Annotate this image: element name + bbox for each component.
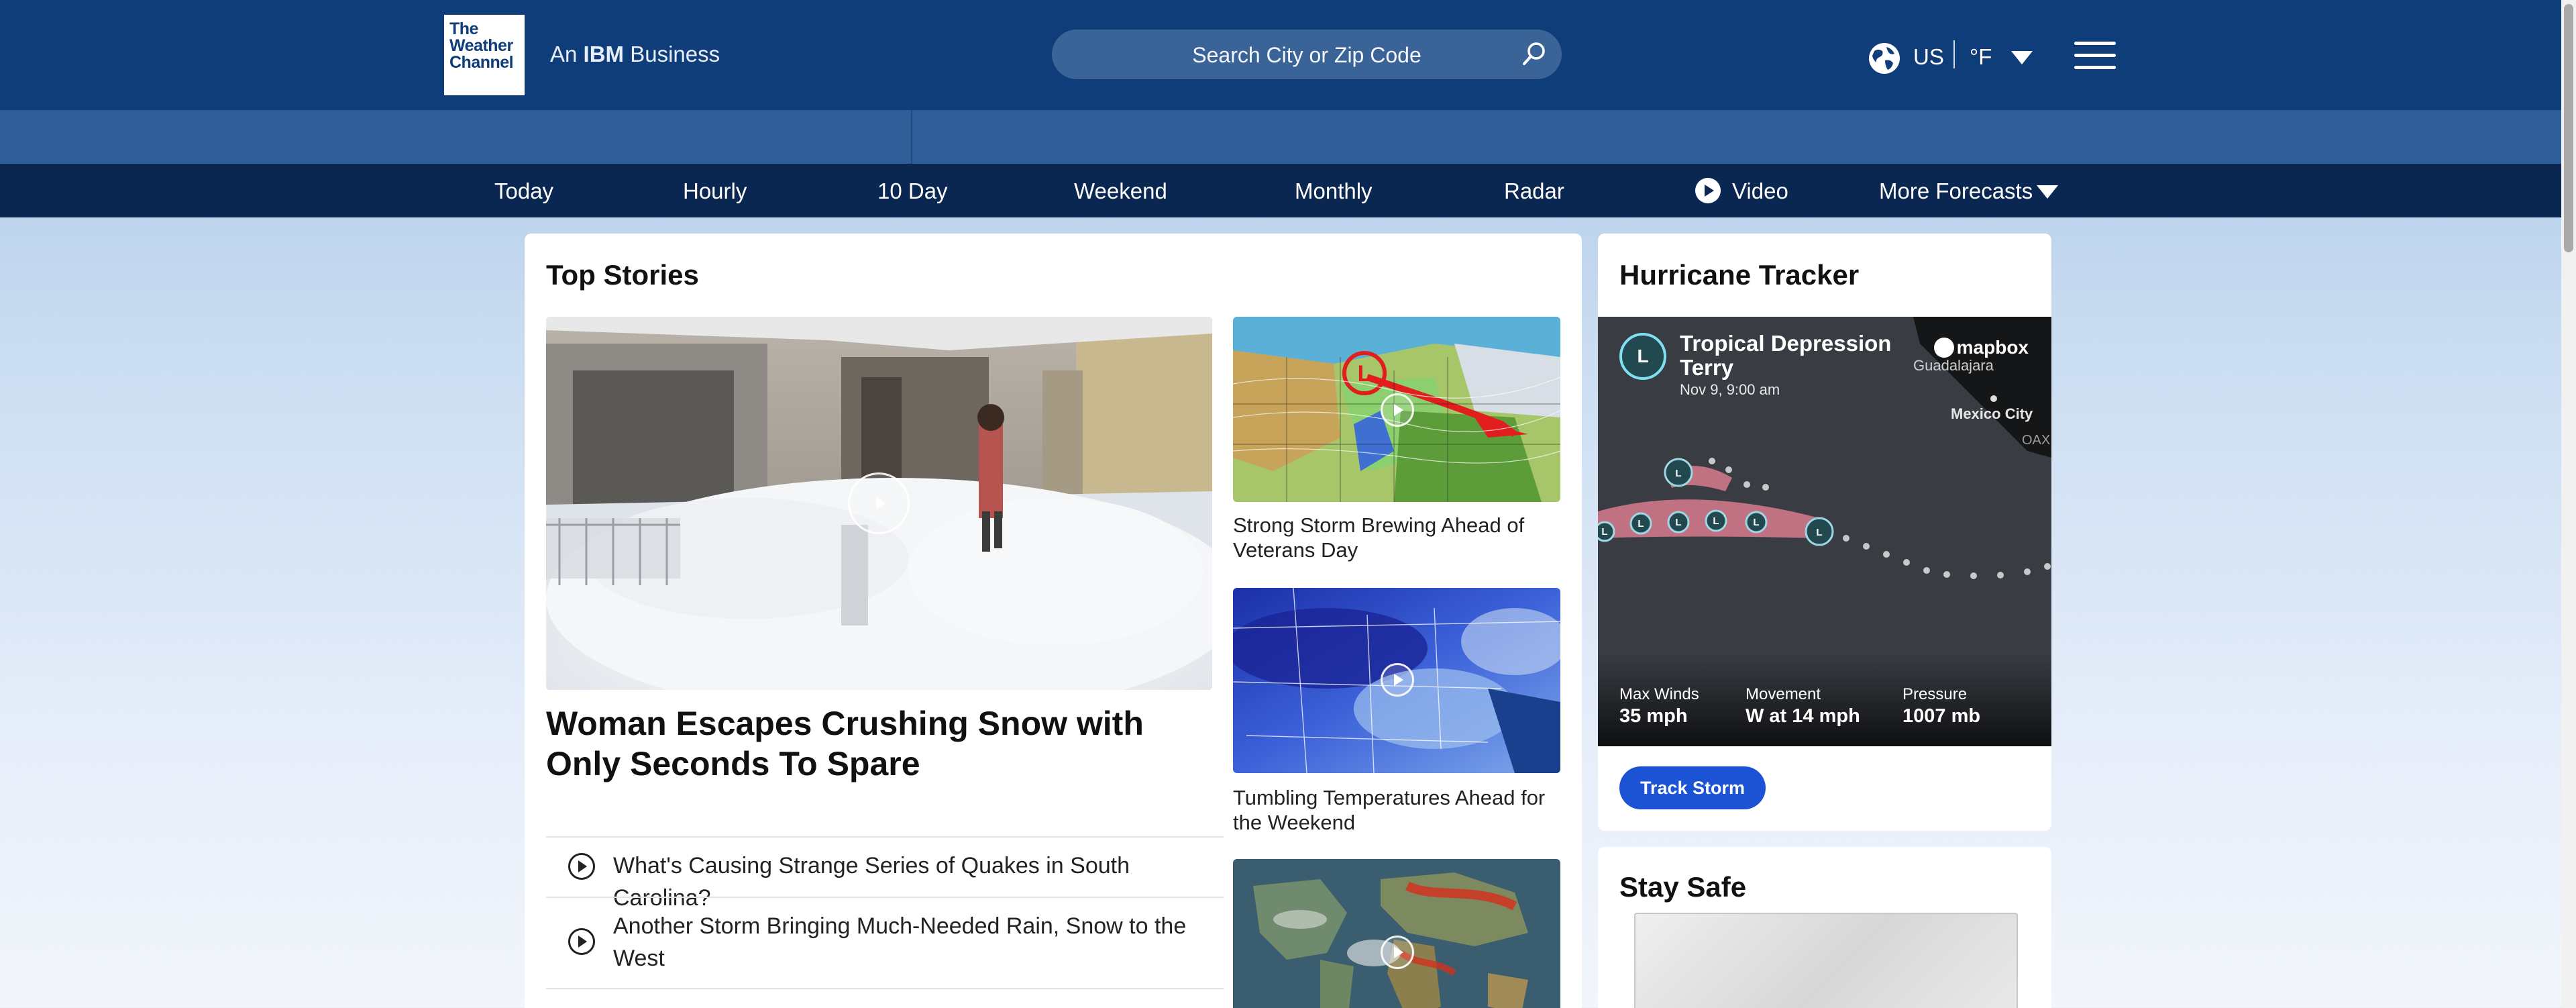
ibm-suffix: Business (630, 42, 720, 66)
page-scrollbar[interactable] (2561, 0, 2576, 1008)
storm-name: Tropical Depression Terry (1680, 331, 1892, 380)
nav-monthly[interactable]: Monthly (1295, 179, 1373, 204)
play-circle-icon (568, 853, 595, 880)
nav-10-day[interactable]: 10 Day (877, 179, 948, 204)
story-caption-2[interactable]: Tumbling Temperatures Ahead for the Week… (1233, 785, 1560, 835)
weather-channel-logo[interactable]: The Weather Channel (444, 15, 525, 95)
scrollbar-thumb[interactable] (2564, 4, 2573, 252)
play-circle-icon (568, 928, 595, 955)
hero-headline[interactable]: Woman Escapes Crushing Snow with Only Se… (546, 703, 1203, 784)
stay-safe-image[interactable] (1634, 913, 2018, 1008)
story-thumbnail-2[interactable] (1233, 588, 1560, 773)
nav-more-forecasts[interactable]: More Forecasts (1879, 179, 2033, 204)
logo-line-1: The (449, 19, 478, 38)
stat-value: W at 14 mph (1746, 705, 1860, 727)
hurricane-tracker-card: Hurricane Tracker Guadalajara Mexico Cit… (1598, 234, 2051, 831)
hurricane-map[interactable]: Guadalajara Mexico City OAX L L L L L L … (1598, 317, 2051, 746)
hamburger-menu-icon[interactable] (2074, 42, 2116, 70)
ibm-business-tagline: An IBM Business (550, 42, 720, 67)
search-input[interactable]: Search City or Zip Code (1052, 30, 1562, 79)
video-play-overlay[interactable] (848, 472, 910, 534)
stat-label: Movement (1746, 685, 1821, 703)
region-label[interactable]: US (1913, 44, 1944, 70)
map-label-guadalajara: Guadalajara (1913, 357, 1994, 374)
video-play-overlay[interactable] (1381, 393, 1414, 427)
ad-strip-divider (911, 110, 912, 164)
logo-line-2: Weather (449, 36, 513, 55)
world-map-image (1233, 859, 1560, 1008)
storm-time: Nov 9, 9:00 am (1680, 381, 1780, 398)
mapbox-logo: mapbox (1933, 337, 2029, 358)
top-stories-title: Top Stories (546, 259, 699, 291)
nav-radar[interactable]: Radar (1504, 179, 1564, 204)
top-stories-card: Top Stories Woman Escapes Crushing Snow … (525, 234, 1582, 1008)
stay-safe-card: Stay Safe (1598, 847, 2051, 1008)
list-item[interactable]: What's Causing Strange Series of Quakes … (546, 838, 1224, 911)
stat-label: Pressure (1902, 685, 1968, 703)
globe-icon[interactable] (1868, 42, 1901, 75)
storm-badge: L (1619, 333, 1666, 380)
ibm-prefix: An (550, 42, 578, 66)
nav-video[interactable]: Video (1732, 179, 1788, 204)
forecast-nav: Today Hourly 10 Day Weekend Monthly Rada… (0, 164, 2576, 217)
locale-divider (1953, 40, 1955, 68)
hero-video-thumbnail[interactable] (546, 317, 1212, 690)
video-play-overlay[interactable] (1381, 936, 1414, 969)
story-caption-1[interactable]: Strong Storm Brewing Ahead of Veterans D… (1233, 513, 1560, 562)
map-label-oax: OAX (2022, 433, 2050, 448)
mapbox-label: mapbox (1956, 337, 2029, 358)
stay-safe-title: Stay Safe (1619, 871, 1747, 903)
unit-label[interactable]: °F (1970, 44, 1992, 70)
story-link[interactable]: Another Storm Bringing Much-Needed Rain,… (613, 910, 1217, 974)
video-play-overlay[interactable] (1381, 663, 1414, 697)
svg-text:L: L (1713, 515, 1719, 527)
stat-value: 35 mph (1619, 705, 1688, 727)
site-header: The Weather Channel An IBM Business Sear… (0, 0, 2576, 110)
search-placeholder: Search City or Zip Code (1192, 43, 1421, 67)
svg-text:L: L (1816, 527, 1822, 538)
nav-hourly[interactable]: Hourly (683, 179, 747, 204)
play-icon (1695, 178, 1721, 203)
logo-line-3: Channel (449, 53, 514, 72)
mapbox-icon (1933, 338, 1954, 358)
ibm-brand: IBM (583, 42, 625, 66)
stat-pressure: Pressure 1007 mb (1902, 685, 1980, 727)
svg-text:L: L (1638, 518, 1644, 530)
chevron-down-icon[interactable] (2037, 185, 2058, 199)
track-storm-button[interactable]: Track Storm (1619, 766, 1766, 809)
chevron-down-icon[interactable] (2011, 51, 2033, 64)
story-thumbnail-1[interactable]: L (1233, 317, 1560, 502)
stat-label: Max Winds (1619, 685, 1699, 703)
search-icon[interactable] (1519, 39, 1550, 70)
svg-text:L: L (1753, 517, 1759, 528)
list-divider (546, 988, 1224, 989)
map-label-mexico-city: Mexico City (1951, 405, 2033, 422)
nav-weekend[interactable]: Weekend (1074, 179, 1167, 204)
svg-text:L: L (1358, 361, 1372, 387)
hurricane-tracker-title: Hurricane Tracker (1619, 259, 1860, 291)
svg-text:L: L (1601, 526, 1607, 538)
svg-text:L: L (1675, 517, 1681, 528)
svg-text:L: L (1675, 468, 1681, 479)
nav-today[interactable]: Today (494, 179, 553, 204)
stat-max-winds: Max Winds 35 mph (1619, 685, 1699, 727)
stat-value: 1007 mb (1902, 705, 1981, 727)
story-thumbnail-3[interactable] (1233, 859, 1560, 1008)
ad-strip (0, 110, 2576, 164)
list-item[interactable]: Another Storm Bringing Much-Needed Rain,… (546, 898, 1224, 988)
stat-movement: Movement W at 14 mph (1746, 685, 1860, 727)
